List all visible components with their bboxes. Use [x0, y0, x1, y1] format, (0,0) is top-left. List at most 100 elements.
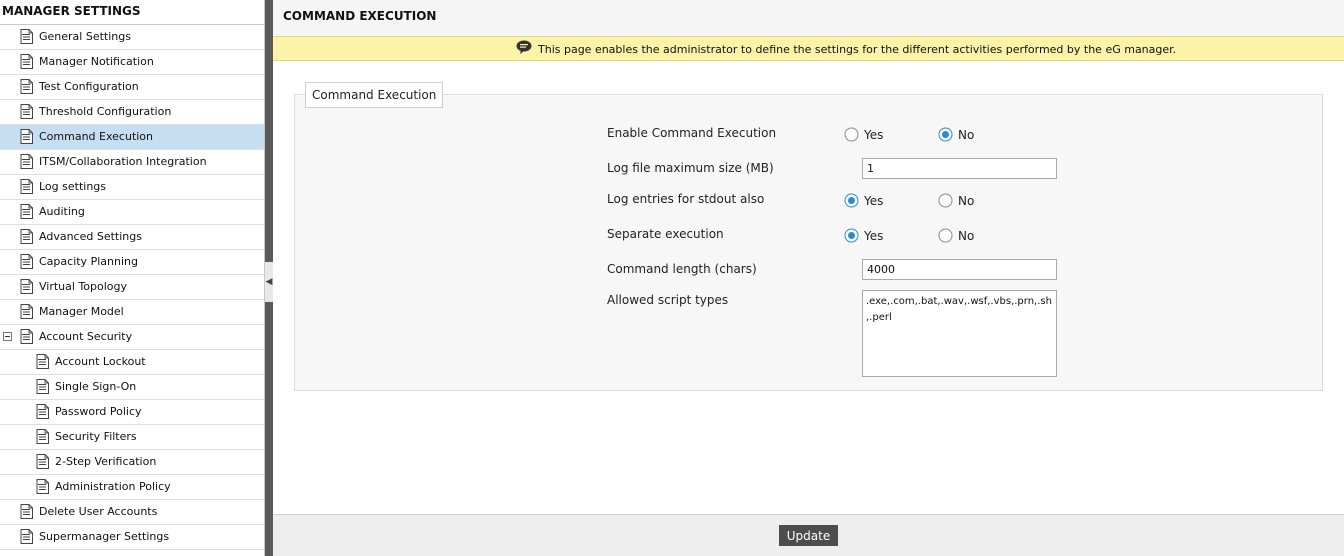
sidebar-item-label: Threshold Configuration [39, 105, 172, 118]
document-list-icon [20, 304, 33, 319]
sidebar-item[interactable]: Virtual Topology [0, 275, 264, 300]
allowed-script-types-textarea[interactable]: .exe,.com,.bat,.wav,.wsf,.vbs,.prn,.sh,.… [862, 290, 1057, 377]
sidebar-item[interactable]: Account Security [0, 325, 264, 350]
separate-execution-no-label: No [958, 229, 975, 243]
sidebar-item[interactable]: Advanced Settings [0, 225, 264, 250]
document-list-icon [20, 529, 33, 544]
chevron-left-icon: ◀ [265, 277, 273, 287]
document-list-icon [36, 454, 49, 469]
content-area: Enable Command Execution Yes No Log file… [273, 61, 1344, 514]
document-list-icon [20, 204, 33, 219]
collapse-toggle-icon[interactable] [3, 332, 12, 341]
log-entries-stdout-yes-label: Yes [864, 194, 884, 208]
log-file-max-size-label: Log file maximum size (MB) [607, 161, 774, 175]
sidebar-item-label: Auditing [39, 205, 85, 218]
sidebar-item-label: Manager Notification [39, 55, 154, 68]
main-panel: COMMAND EXECUTION This page enables the … [273, 0, 1344, 556]
sidebar-item[interactable]: Password Policy [0, 400, 264, 425]
info-text: This page enables the administrator to d… [538, 43, 1177, 56]
radio-circle-icon [938, 127, 953, 142]
log-entries-stdout-label: Log entries for stdout also [607, 192, 765, 206]
sidebar-item-label: Administration Policy [55, 480, 171, 493]
sidebar-title: MANAGER SETTINGS [0, 0, 264, 25]
update-button[interactable]: Update [779, 525, 838, 546]
sidebar-item-label: Password Policy [55, 405, 142, 418]
separate-execution-no-radio[interactable] [938, 228, 953, 243]
document-list-icon [20, 254, 33, 269]
sidebar-item[interactable]: Supermanager Settings [0, 525, 264, 550]
radio-circle-icon [844, 127, 859, 142]
radio-circle-icon [844, 193, 859, 208]
log-entries-stdout-yes-radio[interactable] [844, 193, 859, 208]
allowed-script-types-label: Allowed script types [607, 293, 729, 307]
settings-fieldset: Enable Command Execution Yes No Log file… [294, 94, 1323, 391]
sidebar-nav: General Settings Manager Notification Test… [0, 25, 264, 550]
sidebar: MANAGER SETTINGS General Settings Manager… [0, 0, 265, 556]
document-list-icon [20, 329, 33, 344]
sidebar-item[interactable]: Threshold Configuration [0, 100, 264, 125]
radio-circle-icon [938, 193, 953, 208]
sidebar-item[interactable]: ITSM/Collaboration Integration [0, 150, 264, 175]
sidebar-item[interactable]: Manager Model [0, 300, 264, 325]
document-list-icon [20, 154, 33, 169]
separate-execution-yes-label: Yes [864, 229, 884, 243]
sidebar-item-label: Command Execution [39, 130, 154, 143]
enable-command-execution-no-radio[interactable] [938, 127, 953, 142]
sidebar-item-label: Manager Model [39, 305, 124, 318]
sidebar-item[interactable]: Account Lockout [0, 350, 264, 375]
enable-command-execution-yes-radio[interactable] [844, 127, 859, 142]
sidebar-item[interactable]: Delete User Accounts [0, 500, 264, 525]
separate-execution-yes-radio[interactable] [844, 228, 859, 243]
document-list-icon [20, 229, 33, 244]
sidebar-item[interactable]: General Settings [0, 25, 264, 50]
sidebar-item[interactable]: Security Filters [0, 425, 264, 450]
sidebar-item-label: Delete User Accounts [39, 505, 158, 518]
sidebar-item-label: Virtual Topology [39, 280, 128, 293]
footer-bar: Update [273, 514, 1344, 556]
sidebar-item[interactable]: 2-Step Verification [0, 450, 264, 475]
sidebar-item[interactable]: Manager Notification [0, 50, 264, 75]
sidebar-item-label: Account Lockout [55, 355, 146, 368]
sidebar-item[interactable]: Log settings [0, 175, 264, 200]
sidebar-item-label: Capacity Planning [39, 255, 138, 268]
document-list-icon [20, 104, 33, 119]
radio-circle-icon [938, 228, 953, 243]
sidebar-item-label: Supermanager Settings [39, 530, 170, 543]
document-list-icon [20, 79, 33, 94]
log-file-max-size-input[interactable] [862, 158, 1057, 179]
command-length-input[interactable] [862, 259, 1057, 280]
page-title: COMMAND EXECUTION [283, 9, 437, 23]
document-list-icon [20, 179, 33, 194]
fieldset-legend: Command Execution [305, 82, 444, 108]
document-list-icon [20, 129, 33, 144]
radio-circle-icon [844, 228, 859, 243]
command-length-label: Command length (chars) [607, 262, 757, 276]
log-entries-stdout-no-label: No [958, 194, 975, 208]
collapse-sidebar-button[interactable]: ◀ [265, 262, 273, 302]
document-list-icon [20, 504, 33, 519]
document-list-icon [36, 429, 49, 444]
sidebar-item[interactable]: Capacity Planning [0, 250, 264, 275]
sidebar-item-label: Security Filters [55, 430, 137, 443]
sidebar-item-label: 2-Step Verification [55, 455, 157, 468]
enable-command-execution-label: Enable Command Execution [607, 126, 777, 140]
speech-bubble-icon [516, 40, 532, 54]
separate-execution-label: Separate execution [607, 227, 724, 241]
document-list-icon [36, 379, 49, 394]
sidebar-item[interactable]: Test Configuration [0, 75, 264, 100]
sidebar-item[interactable]: Auditing [0, 200, 264, 225]
document-list-icon [36, 354, 49, 369]
sidebar-item-label: General Settings [39, 30, 131, 43]
document-list-icon [36, 479, 49, 494]
document-list-icon [20, 29, 33, 44]
sidebar-item[interactable]: Single Sign-On [0, 375, 264, 400]
sidebar-item-label: Advanced Settings [39, 230, 142, 243]
log-entries-stdout-no-radio[interactable] [938, 193, 953, 208]
document-list-icon [20, 279, 33, 294]
sidebar-item[interactable]: Command Execution [0, 125, 264, 150]
enable-command-execution-yes-label: Yes [864, 128, 884, 142]
enable-command-execution-no-label: No [958, 128, 975, 142]
info-banner: This page enables the administrator to d… [273, 36, 1344, 61]
sidebar-item[interactable]: Administration Policy [0, 475, 264, 500]
sidebar-item-label: Account Security [39, 330, 133, 343]
